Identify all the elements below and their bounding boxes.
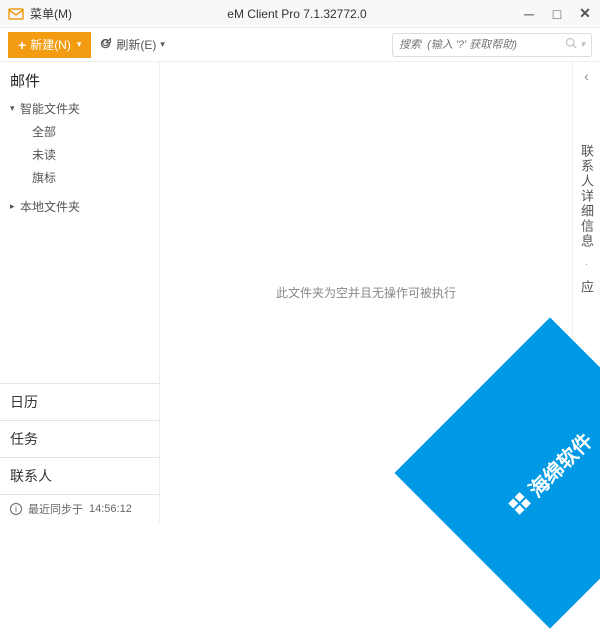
sidebar-section-tasks[interactable]: 任务 (0, 420, 159, 457)
new-button[interactable]: + 新建(N) ▾ (8, 32, 91, 58)
search-input[interactable] (399, 39, 561, 51)
right-panel: ‹ 联系人详细信息 · 应 (572, 62, 600, 523)
sidebar-section-calendar[interactable]: 日历 (0, 383, 159, 420)
sidebar-item-local-folders[interactable]: ▸ 本地文件夹 (6, 195, 153, 218)
sidebar-item-all[interactable]: 全部 (6, 120, 153, 143)
chevron-down-icon: ▾ (160, 39, 165, 50)
search-icon[interactable] (565, 37, 577, 52)
window-controls: ─ □ ✕ (522, 7, 592, 21)
sync-status-prefix: 最近同步于 (28, 501, 83, 517)
sync-status: i 最近同步于 14:56:12 (0, 494, 159, 523)
search-box[interactable]: ▾ (392, 33, 592, 57)
app-tab[interactable]: 应 (577, 280, 596, 295)
sidebar-item-label: 未读 (32, 146, 56, 163)
window-title: eM Client Pro 7.1.32772.0 (72, 7, 522, 21)
sidebar-item-label: 本地文件夹 (20, 198, 80, 215)
app-icon (8, 6, 24, 22)
maximize-button[interactable]: □ (550, 7, 564, 21)
sidebar-item-smart-folders[interactable]: ▾ 智能文件夹 (6, 97, 153, 120)
chevron-down-icon: ▾ (77, 39, 82, 50)
refresh-button[interactable]: 刷新(E) ▾ (99, 36, 165, 53)
separator: · (585, 259, 588, 270)
chevron-down-icon: ▾ (580, 39, 585, 50)
sidebar-item-label: 全部 (32, 123, 56, 140)
info-icon: i (10, 503, 22, 515)
caret-right-icon: ▸ (10, 201, 20, 212)
contact-details-tab[interactable]: 联系人详细信息 (577, 144, 596, 249)
expand-panel-button[interactable]: ‹ (584, 68, 589, 84)
sidebar-item-unread[interactable]: 未读 (6, 143, 153, 166)
sync-status-time: 14:56:12 (89, 503, 132, 515)
menu-button[interactable]: 菜单(M) (30, 5, 72, 22)
sidebar: 邮件 ▾ 智能文件夹 全部 未读 旗标 ▸ 本地文件夹 (0, 62, 160, 523)
plus-icon: + (18, 37, 26, 53)
close-button[interactable]: ✕ (578, 7, 592, 21)
sidebar-item-flagged[interactable]: 旗标 (6, 166, 153, 189)
main-content: 此文件夹为空并且无操作可被执行 (160, 62, 572, 523)
minimize-button[interactable]: ─ (522, 7, 536, 21)
empty-folder-message: 此文件夹为空并且无操作可被执行 (276, 284, 456, 301)
sidebar-item-label: 智能文件夹 (20, 100, 80, 117)
caret-down-icon: ▾ (10, 103, 20, 114)
sidebar-mail-title: 邮件 (0, 62, 159, 97)
new-button-label: 新建(N) (30, 36, 71, 53)
toolbar: + 新建(N) ▾ 刷新(E) ▾ ▾ (0, 28, 600, 62)
refresh-label: 刷新(E) (116, 36, 156, 53)
refresh-icon (99, 37, 112, 53)
title-bar: 菜单(M) eM Client Pro 7.1.32772.0 ─ □ ✕ (0, 0, 600, 28)
sidebar-section-contacts[interactable]: 联系人 (0, 457, 159, 494)
sidebar-item-label: 旗标 (32, 169, 56, 186)
